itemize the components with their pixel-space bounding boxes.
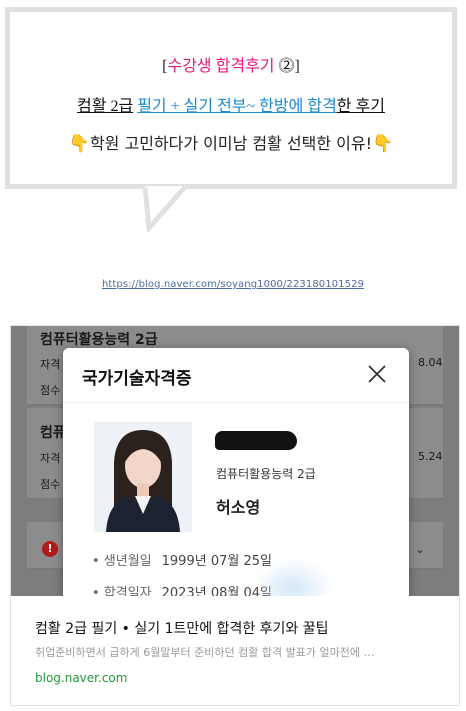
link-preview-card[interactable]: 컴퓨터활용능력 2급 자격 점수 8.04 컴퓨 자격 점수 5.24 ! ⌄ …	[10, 325, 460, 706]
subheading-part1: 컴활 2급	[77, 98, 134, 115]
light-glare	[253, 558, 333, 596]
preview-title[interactable]: 컴활 2급 필기 • 실기 1트만에 합격한 후기와 꿀팁	[35, 618, 329, 638]
profile-photo	[94, 422, 192, 532]
bubble-reason: 👇학원 고민하다가 이미남 컴활 선택한 이유!👇	[10, 130, 452, 154]
bracket-close: ]	[294, 58, 300, 75]
background-label: 자격	[40, 358, 61, 371]
preview-thumbnail: 컴퓨터활용능력 2급 자격 점수 8.04 컴퓨 자격 점수 5.24 ! ⌄ …	[11, 326, 459, 596]
redacted-mark	[215, 431, 297, 450]
certificate-kind: 컴퓨터활용능력 2급	[216, 467, 316, 481]
pointing-down-icon: 👇	[68, 134, 90, 154]
divider	[63, 402, 409, 403]
background-label: 자격	[40, 452, 61, 465]
certificate-modal: 국가기술자격증 컴퓨터활용능력 2급 허소영 • 생년월일 1999년 07월 2…	[63, 348, 409, 596]
subheading-part2: 필기 + 실기 전부~ 한방에 합격	[137, 98, 337, 115]
person-name: 허소영	[216, 498, 261, 517]
subheading-part3: 한 후기	[336, 98, 385, 115]
background-value: 8.04	[418, 356, 443, 369]
pointing-down-icon: 👇	[372, 134, 394, 154]
birth-label: • 생년월일	[92, 554, 152, 569]
source-link[interactable]: https://blog.naver.com/soyang1000/223180…	[0, 279, 466, 290]
speech-bubble: [수강생 합격후기 ⓶] 컴활 2급 필기 + 실기 전부~ 한방에 합격한 후…	[5, 7, 457, 189]
background-cert-title: 컴퓨	[40, 425, 66, 441]
preview-domain: blog.naver.com	[35, 671, 128, 685]
pass-date-row: • 합격일자 2023년 08월 04일	[92, 582, 272, 596]
bubble-heading: [수강생 합격후기 ⓶]	[10, 52, 452, 76]
preview-description: 취업준비하면서 급하게 6월말부터 준비하던 컴활 합격 발표가 얼마전에 …	[35, 646, 375, 659]
bubble-subheading: 컴활 2급 필기 + 실기 전부~ 한방에 합격한 후기	[10, 92, 452, 116]
pass-date-label: • 합격일자	[92, 586, 152, 596]
birth-row: • 생년월일 1999년 07월 25일	[92, 550, 272, 569]
close-icon	[368, 365, 386, 383]
circled-number: ⓶	[278, 58, 295, 75]
modal-title: 국가기술자격증	[82, 369, 192, 389]
reason-text: 학원 고민하다가 이미남 컴활 선택한 이유!	[89, 134, 373, 153]
background-value: 5.24	[418, 450, 443, 463]
background-cert-title: 컴퓨터활용능력 2급	[40, 332, 158, 348]
bubble-tail	[142, 186, 187, 232]
background-label: 점수	[40, 478, 61, 491]
review-tag: 수강생 합격후기	[167, 58, 275, 75]
chevron-down-icon: ⌄	[415, 542, 426, 556]
background-label: 점수	[40, 384, 61, 397]
alert-icon: !	[42, 541, 58, 557]
